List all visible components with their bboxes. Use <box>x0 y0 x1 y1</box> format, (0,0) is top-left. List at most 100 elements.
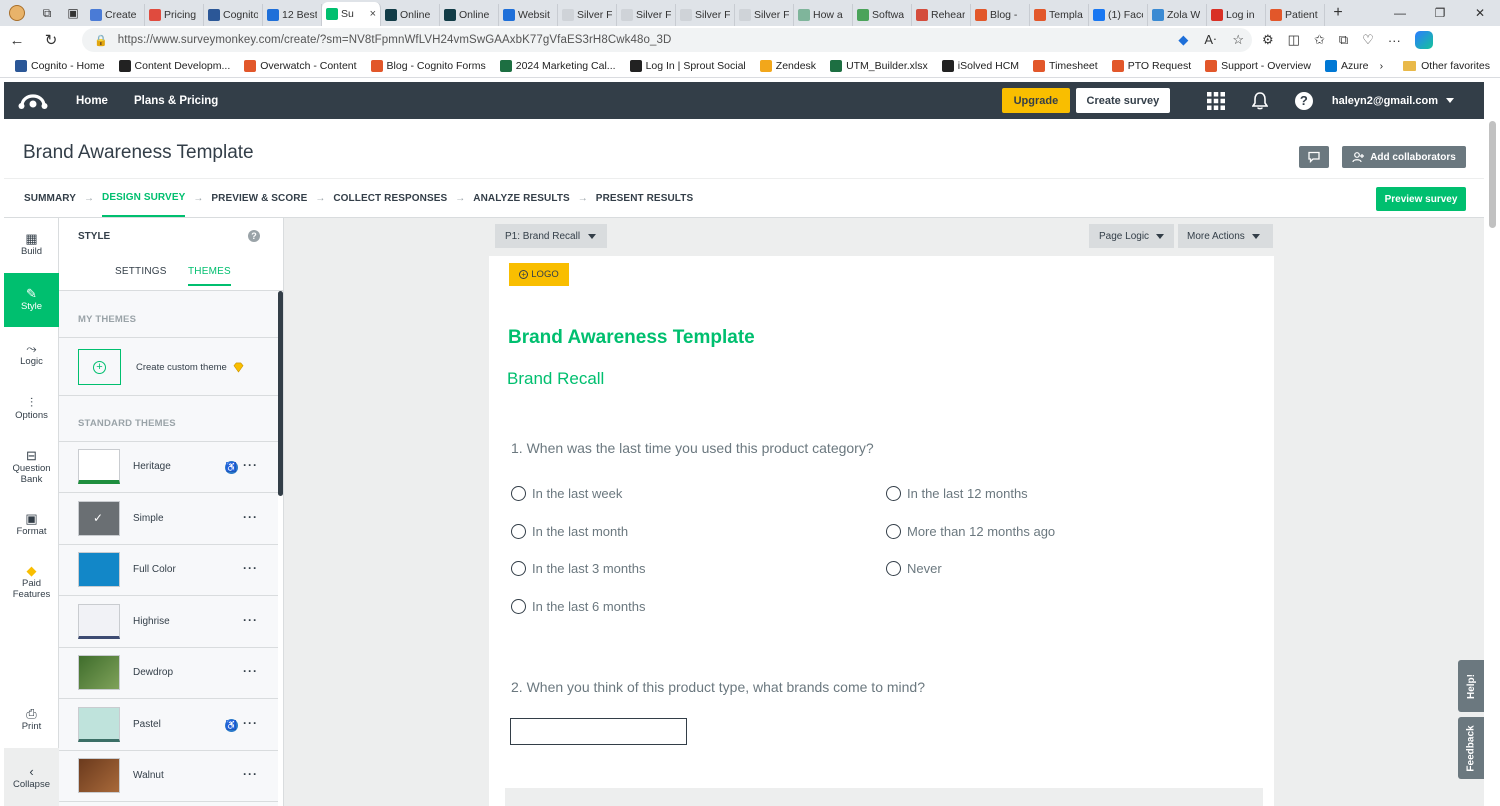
preview-survey-button[interactable]: Preview survey <box>1376 187 1466 211</box>
theme-thumbnail[interactable] <box>78 655 120 690</box>
theme-row[interactable]: Dewdrop ··· <box>59 648 278 699</box>
add-collaborators-button[interactable]: Add collaborators <box>1342 146 1466 168</box>
tab-themes[interactable]: THEMES <box>188 266 231 286</box>
back-icon[interactable]: ← <box>0 32 34 49</box>
tab-settings[interactable]: SETTINGS <box>115 266 167 277</box>
more-actions-dropdown[interactable]: More Actions <box>1178 224 1273 248</box>
add-logo-button[interactable]: + LOGO <box>509 263 569 286</box>
page-name[interactable]: Brand Recall <box>507 369 604 389</box>
theme-thumbnail[interactable] <box>78 552 120 587</box>
radio-button[interactable] <box>511 561 526 576</box>
read-aloud-icon[interactable]: Aᐧ <box>1204 32 1216 48</box>
comment-button[interactable] <box>1299 146 1329 168</box>
other-favorites[interactable]: Other favorites <box>1403 60 1490 72</box>
theme-thumbnail[interactable] <box>78 706 120 742</box>
bookmark-item[interactable]: 2024 Marketing Cal... <box>493 59 623 72</box>
new-tab-button[interactable]: + <box>1325 4 1351 22</box>
workspaces-icon[interactable]: ⧉ <box>34 0 60 26</box>
radio-option[interactable]: Never <box>886 561 942 576</box>
bookmark-item[interactable]: Blog - Cognito Forms <box>364 59 493 72</box>
theme-more-icon[interactable]: ··· <box>243 613 258 627</box>
radio-button[interactable] <box>886 523 901 539</box>
browser-essentials-icon[interactable]: ♡ <box>1362 32 1374 48</box>
close-window-icon[interactable]: ✕ <box>1460 0 1500 26</box>
theme-more-icon[interactable]: ··· <box>243 716 258 730</box>
step-summary[interactable]: SUMMARY <box>24 180 76 217</box>
bookmark-item[interactable]: Zendesk <box>753 59 823 72</box>
bookmark-item[interactable]: Content Developm... <box>112 59 238 72</box>
notifications-bell-icon[interactable] <box>1238 91 1282 110</box>
page-logic-dropdown[interactable]: Page Logic <box>1089 224 1174 248</box>
radio-option[interactable]: In the last week <box>511 486 622 501</box>
survey-title[interactable]: Brand Awareness Template <box>508 327 755 349</box>
theme-thumbnail[interactable] <box>78 449 120 484</box>
radio-option[interactable]: In the last 3 months <box>511 561 645 576</box>
theme-thumbnail[interactable] <box>78 758 120 793</box>
rail-style[interactable]: ✎ Style <box>4 273 59 327</box>
question-2-text-input[interactable] <box>510 718 687 745</box>
browser-tab[interactable]: Log in <box>1207 4 1266 26</box>
rail-paid-features[interactable]: ◆ Paid Features <box>4 552 59 612</box>
feedback-side-tab[interactable]: Feedback <box>1458 717 1484 779</box>
rail-build[interactable]: ▦ Build <box>4 218 59 272</box>
style-help-icon[interactable]: ? <box>248 230 260 242</box>
radio-option[interactable]: In the last month <box>511 523 628 539</box>
browser-tab[interactable]: How a <box>794 4 853 26</box>
page-title[interactable]: Brand Awareness Template <box>23 142 254 164</box>
question-1-title[interactable]: 1. When was the last time you used this … <box>511 440 874 456</box>
bookmark-item[interactable]: Timesheet <box>1026 59 1105 72</box>
browser-tab[interactable]: Blog - <box>971 4 1030 26</box>
nav-plans-link[interactable]: Plans & Pricing <box>134 95 218 107</box>
favorite-star-icon[interactable]: ☆ <box>1232 32 1244 48</box>
upgrade-button[interactable]: Upgrade <box>1001 88 1070 113</box>
extensions-icon[interactable]: ⚙ <box>1262 32 1274 48</box>
browser-tab[interactable]: Templa <box>1030 4 1089 26</box>
split-screen-icon[interactable]: ◫ <box>1288 32 1300 48</box>
browser-tab[interactable]: Silver F <box>617 4 676 26</box>
nav-home-link[interactable]: Home <box>76 95 108 107</box>
browser-tab[interactable]: Su × <box>322 2 381 26</box>
user-account-menu[interactable]: haleyn2@gmail.com <box>1332 95 1454 107</box>
theme-more-icon[interactable]: ··· <box>243 767 258 781</box>
create-theme-button[interactable]: + <box>78 349 121 385</box>
bookmarks-overflow-icon[interactable]: › <box>1380 60 1384 72</box>
bookmark-item[interactable]: Support - Overview <box>1198 59 1318 72</box>
radio-option[interactable]: More than 12 months ago <box>886 523 1055 539</box>
browser-tab[interactable]: Online <box>381 4 440 26</box>
theme-row[interactable]: ✓ Simple ··· <box>59 493 278 545</box>
rail-question-bank[interactable]: ⊟ Question Bank <box>4 438 59 496</box>
theme-more-icon[interactable]: ··· <box>243 664 258 678</box>
scrollbar-thumb[interactable] <box>278 291 283 496</box>
theme-thumbnail[interactable]: ✓ <box>78 500 120 536</box>
theme-more-icon[interactable]: ··· <box>243 561 258 575</box>
theme-row[interactable]: Pastel ♿ ··· <box>59 699 278 751</box>
url-field[interactable]: 🔒 https://www.surveymonkey.com/create/?s… <box>82 28 1252 52</box>
surveymonkey-logo-icon[interactable] <box>4 92 62 110</box>
bookmark-item[interactable]: Overwatch - Content <box>237 59 363 72</box>
step-collect-responses[interactable]: COLLECT RESPONSES <box>333 180 447 217</box>
theme-row[interactable]: Walnut ··· <box>59 751 278 802</box>
step-present-results[interactable]: PRESENT RESULTS <box>596 180 693 217</box>
create-survey-button[interactable]: Create survey <box>1075 88 1170 113</box>
create-custom-theme[interactable]: + Create custom theme <box>78 349 244 385</box>
question-2-title[interactable]: 2. When you think of this product type, … <box>511 679 925 695</box>
radio-button[interactable] <box>886 561 901 576</box>
radio-button[interactable] <box>886 486 901 501</box>
restore-icon[interactable]: ❐ <box>1420 0 1460 26</box>
browser-tab[interactable]: Pricing <box>145 4 204 26</box>
extension-tag-icon[interactable]: ◆ <box>1178 32 1188 48</box>
browser-tab[interactable]: Zola W <box>1148 4 1207 26</box>
rail-options[interactable]: ⫶ Options <box>4 382 59 436</box>
step-design-survey[interactable]: DESIGN SURVEY <box>102 180 186 217</box>
step-preview-score[interactable]: PREVIEW & SCORE <box>211 180 307 217</box>
apps-grid-icon[interactable] <box>1194 91 1238 110</box>
rail-collapse-button[interactable]: ‹ Collapse <box>4 748 59 806</box>
radio-option[interactable]: In the last 12 months <box>886 486 1028 501</box>
bookmark-item[interactable]: Cognito - Home <box>8 59 112 72</box>
radio-button[interactable] <box>511 523 526 539</box>
radio-option[interactable]: In the last 6 months <box>511 598 645 614</box>
bookmark-item[interactable]: UTM_Builder.xlsx <box>823 59 935 72</box>
browser-tab[interactable]: Create <box>86 4 145 26</box>
rail-print[interactable]: ⎙ Print <box>4 694 59 746</box>
theme-more-icon[interactable]: ··· <box>243 510 258 524</box>
